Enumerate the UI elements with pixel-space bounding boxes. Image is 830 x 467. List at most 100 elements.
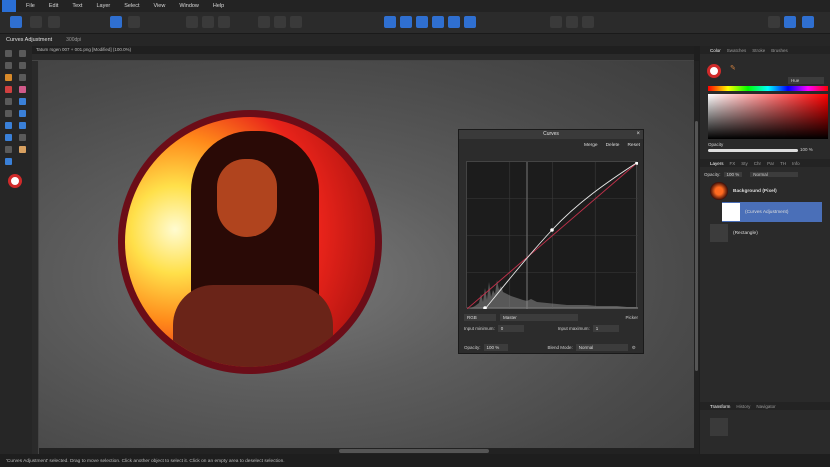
- tab-color[interactable]: Color: [710, 48, 721, 53]
- menu-edit[interactable]: Edit: [49, 3, 58, 9]
- tab-character[interactable]: Chr: [754, 161, 761, 166]
- grid-icon[interactable]: [258, 16, 270, 28]
- tab-history[interactable]: History: [736, 404, 750, 409]
- crop-icon[interactable]: [218, 16, 230, 28]
- color-picker-icon[interactable]: [5, 86, 12, 93]
- shape-tool-icon[interactable]: [19, 122, 26, 129]
- blend-mode-select[interactable]: Normal: [575, 344, 628, 351]
- tab-styles[interactable]: Sty: [741, 161, 748, 166]
- opacity-slider[interactable]: [708, 149, 798, 152]
- gradient-tool-icon[interactable]: [19, 98, 26, 105]
- blend-mode-label: Blend Mode:: [547, 345, 573, 350]
- menu-select[interactable]: Select: [124, 3, 139, 9]
- pen-tool-icon[interactable]: [5, 134, 12, 141]
- eyedropper-icon[interactable]: ✎: [730, 64, 736, 72]
- align-right-icon[interactable]: [432, 16, 444, 28]
- tab-paragraph[interactable]: Par: [767, 161, 774, 166]
- snapping-icon[interactable]: [274, 16, 286, 28]
- input-min-field[interactable]: 0: [497, 325, 524, 332]
- merge-button[interactable]: Merge: [584, 143, 598, 148]
- share-icon[interactable]: [48, 16, 60, 28]
- tab-navigator[interactable]: Navigator: [756, 404, 775, 409]
- refine-icon[interactable]: [582, 16, 594, 28]
- menu-help[interactable]: Help: [213, 3, 224, 9]
- layer-opacity-field[interactable]: 100 %: [723, 171, 743, 177]
- crop-tool-icon[interactable]: [5, 110, 12, 117]
- curve-point-mid[interactable]: [550, 228, 554, 232]
- primary-color-well[interactable]: [707, 64, 725, 82]
- menu-layer[interactable]: Layer: [96, 3, 110, 9]
- layer-row-rectangle[interactable]: (Rectangle): [700, 223, 824, 243]
- selection-tool-icon[interactable]: [5, 62, 12, 69]
- workspace-icon[interactable]: [802, 16, 814, 28]
- layer-row-curves[interactable]: (Curves Adjustment): [722, 202, 822, 222]
- tab-text-styles[interactable]: TH: [780, 161, 786, 166]
- color-wheel-icon[interactable]: [19, 86, 26, 93]
- marquee-icon[interactable]: [202, 16, 214, 28]
- paint-brush-icon[interactable]: [5, 74, 12, 81]
- view-tool-icon[interactable]: [19, 50, 26, 57]
- flood-select-icon[interactable]: [19, 62, 26, 69]
- rectangle-tool-icon[interactable]: [19, 110, 26, 117]
- layer-blend-select[interactable]: Normal: [750, 171, 799, 177]
- tab-fx[interactable]: FX: [730, 161, 736, 166]
- curves-graph[interactable]: [466, 161, 639, 310]
- tab-brushes[interactable]: Brushes: [771, 48, 788, 53]
- settings-gear-icon[interactable]: ⚙: [632, 345, 636, 351]
- menu-view[interactable]: View: [154, 3, 166, 9]
- anchor-grid-icon[interactable]: [710, 418, 728, 436]
- quick-mask-icon[interactable]: [550, 16, 562, 28]
- move-tool-icon[interactable]: [5, 50, 12, 57]
- dodge-tool-icon[interactable]: [5, 98, 12, 105]
- align-icon[interactable]: [186, 16, 198, 28]
- tab-info[interactable]: Info: [792, 161, 800, 166]
- portrait-body: [173, 285, 333, 367]
- snapshot-icon[interactable]: [768, 16, 780, 28]
- channel-select[interactable]: RGB: [464, 314, 496, 321]
- saturation-box[interactable]: [708, 94, 828, 139]
- picker-button[interactable]: Picker: [625, 315, 638, 320]
- vertical-scroll-thumb[interactable]: [695, 121, 698, 371]
- menu-file[interactable]: File: [26, 3, 35, 9]
- pixel-tool-icon[interactable]: [19, 74, 26, 81]
- guides-icon[interactable]: [290, 16, 302, 28]
- hue-spectrum[interactable]: [708, 86, 828, 91]
- align-center-icon[interactable]: [416, 16, 428, 28]
- horizontal-scrollbar[interactable]: [39, 448, 694, 454]
- hand-tool-icon[interactable]: [19, 146, 26, 153]
- layer-name-rectangle: (Rectangle): [733, 230, 758, 236]
- color-mode-select[interactable]: Hue: [788, 77, 824, 84]
- tab-layers[interactable]: Layers: [710, 161, 724, 166]
- text-tool-icon[interactable]: [19, 134, 26, 141]
- flip-horizontal-icon[interactable]: [384, 16, 396, 28]
- color-swatch-icon[interactable]: [566, 16, 578, 28]
- macro-icon[interactable]: [128, 16, 140, 28]
- align-left-icon[interactable]: [400, 16, 412, 28]
- opacity-field[interactable]: 100 %: [483, 344, 508, 351]
- ellipse-tool-icon[interactable]: [5, 122, 12, 129]
- zoom-tool-icon[interactable]: [5, 158, 12, 165]
- document-tab[interactable]: Tatum rsgen 007 + 001.png [Modified] (10…: [32, 46, 694, 54]
- liquify-persona-icon[interactable]: [30, 16, 42, 28]
- color-wells-icon[interactable]: [8, 174, 22, 188]
- align-bottom-icon[interactable]: [464, 16, 476, 28]
- layer-row-background[interactable]: Background (Pixel): [700, 181, 824, 201]
- horizontal-scroll-thumb[interactable]: [339, 449, 489, 453]
- close-icon[interactable]: ×: [636, 130, 640, 139]
- input-max-field[interactable]: 1: [592, 325, 619, 332]
- mode-select[interactable]: Master: [500, 314, 578, 321]
- input-range-row: Input minimum: 0 Input maximum: 1: [464, 324, 640, 333]
- tab-transform[interactable]: Transform: [710, 404, 730, 409]
- align-top-icon[interactable]: [448, 16, 460, 28]
- reset-button[interactable]: Reset: [627, 143, 640, 148]
- delete-button[interactable]: Delete: [606, 143, 620, 148]
- panels-icon[interactable]: [784, 16, 796, 28]
- tab-swatches[interactable]: Swatches: [727, 48, 747, 53]
- vertical-scrollbar[interactable]: [694, 61, 699, 454]
- brush-icon[interactable]: [5, 146, 12, 153]
- tab-stroke[interactable]: Stroke: [752, 48, 765, 53]
- assistant-icon[interactable]: [110, 16, 122, 28]
- menu-window[interactable]: Window: [179, 3, 199, 9]
- menu-text[interactable]: Text: [72, 3, 82, 9]
- photo-persona-icon[interactable]: [10, 16, 22, 28]
